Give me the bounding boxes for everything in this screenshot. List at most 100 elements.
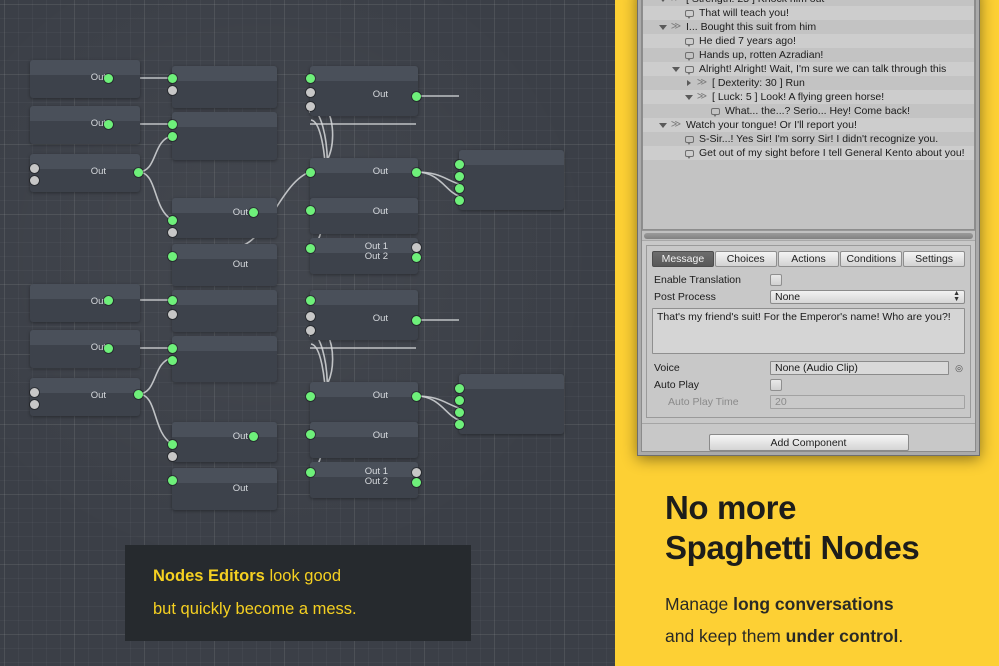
tab-actions[interactable]: Actions [777,251,840,267]
node-input-port[interactable] [455,172,464,181]
node-output-port[interactable] [249,432,258,441]
node-output-port[interactable] [412,243,421,252]
tree-row[interactable]: What... the...? Serio... Hey! Come back! [643,104,974,118]
tree-row[interactable]: ≫ I... Bought this suit from him [643,20,974,34]
tree-row[interactable]: He died 7 years ago! [643,34,974,48]
graph-node[interactable] [310,158,418,200]
node-output-port[interactable] [412,392,421,401]
tree-foldout-toggle[interactable] [656,0,669,5]
tree-row[interactable]: S-Sir...! Yes Sir! I'm sorry Sir! I didn… [643,132,974,146]
tab-conditions[interactable]: Conditions [840,251,903,267]
node-input-port[interactable] [168,86,177,95]
node-input-port[interactable] [306,326,315,335]
tree-foldout-toggle[interactable] [682,77,695,89]
node-input-port[interactable] [306,244,315,253]
node-input-port[interactable] [168,356,177,365]
post-process-dropdown[interactable]: None ▲ ▼ [770,290,965,304]
voice-object-field[interactable]: None (Audio Clip) [770,361,949,375]
unity-inspector-window[interactable]: ≫[ Strength: 25 ] Knock him outThat will… [637,0,980,456]
node-input-port[interactable] [30,164,39,173]
component-tabs[interactable]: Message Choices Actions Conditions Settings [652,250,965,272]
node-output-port[interactable] [412,468,421,477]
node-input-port[interactable] [168,120,177,129]
node-input-port[interactable] [168,476,177,485]
node-input-port[interactable] [306,88,315,97]
node-input-port[interactable] [455,420,464,429]
node-input-port[interactable] [306,312,315,321]
field-auto-play[interactable]: Auto Play [652,377,965,393]
node-input-port[interactable] [168,296,177,305]
node-input-port[interactable] [306,168,315,177]
node-input-port[interactable] [306,102,315,111]
tree-foldout-toggle[interactable] [656,21,669,33]
node-input-port[interactable] [455,184,464,193]
tab-choices[interactable]: Choices [714,251,777,267]
node-output-port[interactable] [104,344,113,353]
node-input-port[interactable] [30,388,39,397]
node-output-port[interactable] [412,478,421,487]
node-output-port[interactable] [412,92,421,101]
node-input-port[interactable] [306,206,315,215]
tree-row[interactable]: ≫ [ Dexterity: 30 ] Run [643,76,974,90]
message-text-input[interactable]: That's my friend's suit! For the Emperor… [652,308,965,354]
field-enable-translation[interactable]: Enable Translation [652,272,965,288]
node-input-port[interactable] [168,74,177,83]
node-input-port[interactable] [455,408,464,417]
tree-foldout-toggle[interactable] [682,91,695,103]
graph-node[interactable] [459,150,564,210]
node-graph-panel[interactable]: Out Out Out Out Out Out Out Out Out Out … [0,0,615,666]
node-input-port[interactable] [30,176,39,185]
tree-foldout-toggle[interactable] [656,119,669,131]
node-input-port[interactable] [306,468,315,477]
tree-row[interactable]: Get out of my sight before I tell Genera… [643,146,974,160]
node-output-port[interactable] [412,316,421,325]
node-input-port[interactable] [168,228,177,237]
node-input-port[interactable] [168,452,177,461]
tree-row[interactable]: ≫ Watch your tongue! Or I'll report you! [643,118,974,132]
graph-node[interactable] [459,374,564,434]
graph-node[interactable] [172,198,277,238]
graph-node[interactable] [172,112,277,160]
node-output-port[interactable] [104,296,113,305]
graph-node[interactable] [172,66,277,108]
node-input-port[interactable] [168,440,177,449]
node-output-port[interactable] [134,390,143,399]
tree-row[interactable]: That will teach you! [643,6,974,20]
node-input-port[interactable] [455,396,464,405]
graph-node[interactable] [172,290,277,332]
dialogue-tree-view[interactable]: ≫[ Strength: 25 ] Knock him outThat will… [642,0,975,231]
node-output-port[interactable] [104,74,113,83]
node-input-port[interactable] [168,252,177,261]
node-input-port[interactable] [168,132,177,141]
node-output-port[interactable] [412,253,421,262]
add-component-button[interactable]: Add Component [708,434,909,451]
graph-node[interactable] [310,382,418,424]
node-input-port[interactable] [306,392,315,401]
field-post-process[interactable]: Post Process None ▲ ▼ [652,289,965,305]
tab-settings[interactable]: Settings [903,251,965,267]
tree-foldout-toggle[interactable] [669,63,682,75]
node-input-port[interactable] [168,344,177,353]
node-input-port[interactable] [30,400,39,409]
node-input-port[interactable] [455,384,464,393]
node-input-port[interactable] [455,160,464,169]
node-input-port[interactable] [306,296,315,305]
node-output-port[interactable] [134,168,143,177]
node-output-port[interactable] [249,208,258,217]
node-input-port[interactable] [306,430,315,439]
node-input-port[interactable] [455,196,464,205]
tree-horizontal-scrollbar[interactable] [642,230,975,241]
node-input-port[interactable] [306,74,315,83]
scrollbar-thumb[interactable] [644,232,973,239]
node-output-port[interactable] [412,168,421,177]
object-picker-icon[interactable]: ◎ [953,363,965,374]
tab-message[interactable]: Message [652,251,714,267]
node-input-port[interactable] [168,216,177,225]
node-output-port[interactable] [104,120,113,129]
auto-play-checkbox[interactable] [770,379,782,391]
node-input-port[interactable] [168,310,177,319]
field-voice[interactable]: Voice None (Audio Clip) ◎ [652,360,965,376]
tree-row[interactable]: Hands up, rotten Azradian! [643,48,974,62]
graph-node[interactable] [172,336,277,382]
graph-node[interactable] [172,422,277,462]
